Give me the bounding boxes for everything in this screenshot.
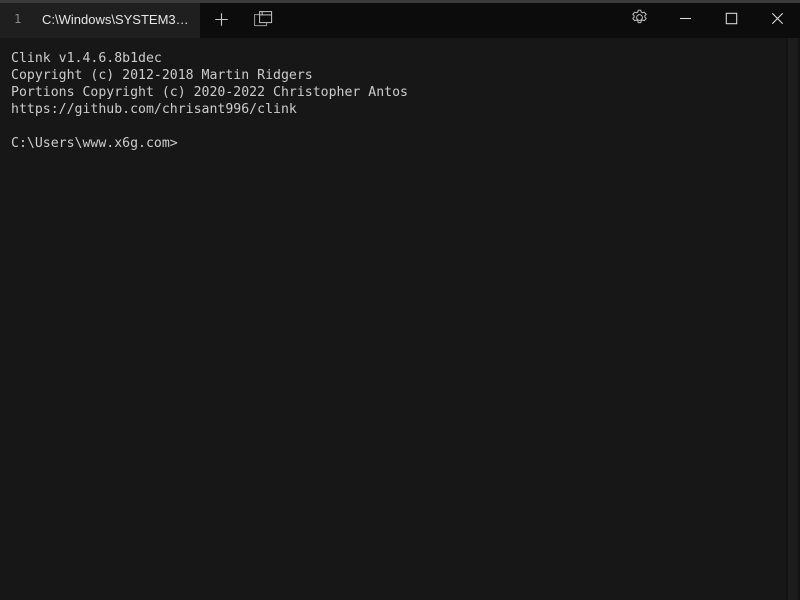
terminal-line: Clink v1.4.6.8b1dec bbox=[11, 51, 162, 66]
close-icon bbox=[771, 10, 784, 29]
open-panes-dropdown-button[interactable] bbox=[242, 0, 284, 38]
title-bar: 1 C:\Windows\SYSTEM3… bbox=[0, 0, 800, 38]
terminal-prompt-line: C:\Users\www.x6g.com> bbox=[11, 135, 800, 152]
maximize-icon bbox=[725, 10, 738, 29]
terminal-line: Portions Copyright (c) 2020-2022 Christo… bbox=[11, 85, 408, 100]
terminal-line: Copyright (c) 2012-2018 Martin Ridgers bbox=[11, 68, 313, 83]
scrollbar-thumb[interactable] bbox=[788, 38, 798, 600]
text-cursor bbox=[178, 136, 186, 151]
tab-strip: 1 C:\Windows\SYSTEM3… bbox=[0, 0, 200, 38]
prompt-text: C:\Users\www.x6g.com> bbox=[11, 136, 178, 151]
terminal-window: 1 C:\Windows\SYSTEM3… Clink v1.4.6.8b1de… bbox=[0, 0, 800, 600]
window-controls bbox=[662, 0, 800, 38]
terminal-line: https://github.com/chrisant996/clink bbox=[11, 102, 297, 117]
tab-title-label: C:\Windows\SYSTEM3… bbox=[42, 12, 189, 26]
tab-item-active[interactable]: 1 C:\Windows\SYSTEM3… bbox=[0, 0, 200, 38]
window-panes-icon bbox=[253, 10, 273, 28]
settings-button[interactable] bbox=[618, 0, 660, 38]
maximize-button[interactable] bbox=[708, 0, 754, 38]
terminal-screen[interactable]: Clink v1.4.6.8b1dec Copyright (c) 2012-2… bbox=[0, 38, 800, 600]
close-button[interactable] bbox=[754, 0, 800, 38]
new-tab-button[interactable] bbox=[200, 0, 242, 38]
minimize-button[interactable] bbox=[662, 0, 708, 38]
vertical-scrollbar[interactable] bbox=[786, 38, 800, 600]
window-accent-strip bbox=[0, 0, 800, 3]
gear-icon bbox=[631, 9, 648, 30]
plus-icon bbox=[214, 12, 229, 27]
minimize-icon bbox=[679, 10, 692, 29]
tab-index-label: 1 bbox=[14, 12, 22, 26]
titlebar-drag-region bbox=[284, 0, 618, 38]
terminal-pane[interactable]: Clink v1.4.6.8b1dec Copyright (c) 2012-2… bbox=[0, 38, 800, 600]
